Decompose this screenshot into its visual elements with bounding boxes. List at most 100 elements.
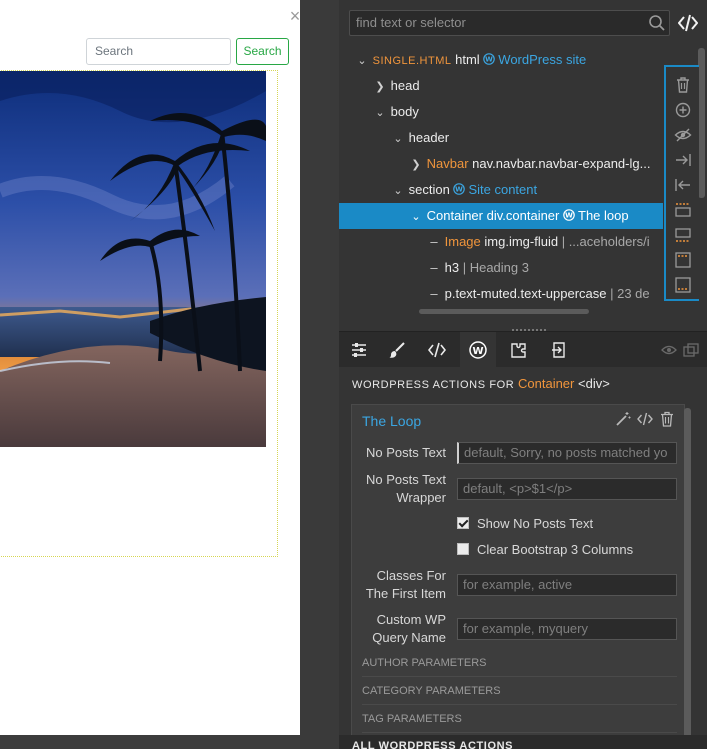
find-selector-input[interactable]: find text or selector bbox=[349, 10, 670, 36]
first-item-classes-input[interactable]: for example, active bbox=[457, 574, 677, 596]
query-name-input[interactable]: for example, myquery bbox=[457, 618, 677, 640]
chevron-right-icon[interactable]: ❯ bbox=[373, 74, 387, 99]
search-icon[interactable] bbox=[648, 14, 666, 32]
row-note: | 23 de bbox=[610, 286, 650, 301]
component-name: Image bbox=[444, 234, 481, 249]
tree-row-section[interactable]: ⌄ section W Site content bbox=[339, 177, 679, 203]
wp-label: WordPress site bbox=[498, 52, 587, 67]
puzzle-icon bbox=[511, 343, 526, 358]
indent-icon[interactable] bbox=[674, 151, 692, 169]
show-no-posts-checkbox[interactable] bbox=[457, 517, 469, 529]
tab-styles[interactable] bbox=[379, 332, 415, 368]
selector: nav.navbar.navbar-expand-lg... bbox=[472, 156, 651, 171]
tree-row-paragraph[interactable]: – p.text-muted.text-uppercase | 23 de bbox=[339, 281, 679, 307]
close-icon[interactable]: × bbox=[287, 7, 300, 25]
code-icon[interactable] bbox=[637, 411, 653, 427]
actions-vertical-scrollbar[interactable] bbox=[684, 408, 691, 748]
file-label: SINGLE.HTML bbox=[372, 55, 452, 67]
section-tag-parameters[interactable]: TAG PARAMETERS bbox=[362, 705, 677, 733]
brush-icon bbox=[389, 342, 405, 358]
wp-label: Site content bbox=[468, 182, 538, 197]
no-posts-wrapper-input[interactable]: default, <p>$1</p> bbox=[457, 478, 677, 500]
wordpress-icon: W bbox=[563, 209, 575, 221]
tag-name: h3 bbox=[444, 260, 460, 275]
component-name: Container bbox=[426, 208, 483, 223]
tree-row-navbar[interactable]: ❯ Navbar nav.navbar.navbar-expand-lg... bbox=[339, 151, 679, 177]
chevron-down-icon[interactable]: ⌄ bbox=[373, 100, 387, 125]
code-view-icon[interactable] bbox=[678, 14, 698, 32]
component-name: Navbar bbox=[426, 156, 469, 171]
insert-after-icon[interactable] bbox=[674, 226, 692, 244]
insert-inside-bottom-icon[interactable] bbox=[674, 276, 692, 294]
trash-icon[interactable] bbox=[659, 411, 675, 427]
chevron-down-icon[interactable]: ⌄ bbox=[409, 204, 423, 229]
section-category-parameters[interactable]: CATEGORY PARAMETERS bbox=[362, 677, 677, 705]
svg-text:W: W bbox=[472, 346, 483, 357]
first-item-classes-label-line2: The First Item bbox=[365, 586, 446, 601]
chevron-down-icon[interactable]: ⌄ bbox=[355, 48, 369, 73]
insert-inside-top-icon[interactable] bbox=[674, 251, 692, 269]
tag-name: head bbox=[390, 78, 420, 93]
tree-row-h3[interactable]: – h3 | Heading 3 bbox=[339, 255, 679, 281]
page-preview: Search Search bbox=[0, 0, 300, 735]
tree-row-head[interactable]: ❯ head bbox=[339, 73, 679, 99]
tree-row-image[interactable]: – Image img.img-fluid | ...aceholders/i bbox=[339, 229, 679, 255]
clear-bs3-checkbox-row[interactable]: Clear Bootstrap 3 Columns bbox=[457, 541, 633, 559]
sliders-icon bbox=[352, 343, 366, 357]
tree-horizontal-scrollbar[interactable] bbox=[419, 309, 589, 314]
heading-element-tag: <div> bbox=[578, 376, 610, 391]
tree-row-root[interactable]: ⌄ SINGLE.HTML html W WordPress site bbox=[339, 47, 679, 73]
chevron-down-icon[interactable]: ⌄ bbox=[391, 126, 405, 151]
wordpress-icon: W bbox=[469, 341, 487, 359]
tab-properties[interactable] bbox=[341, 332, 377, 368]
hero-image[interactable] bbox=[0, 71, 266, 447]
svg-text:W: W bbox=[565, 212, 573, 220]
tree-row-body[interactable]: ⌄ body bbox=[339, 99, 679, 125]
wordpress-icon: W bbox=[453, 183, 466, 195]
outdent-icon[interactable] bbox=[674, 176, 692, 194]
inspector-tabs: W bbox=[339, 331, 707, 368]
tab-wordpress[interactable]: W bbox=[460, 332, 496, 368]
section-author-parameters[interactable]: AUTHOR PARAMETERS bbox=[362, 649, 677, 677]
no-posts-text-input[interactable]: default, Sorry, no posts matched yo bbox=[457, 442, 677, 464]
page-canvas: Search Search × bbox=[0, 0, 300, 749]
tree-row-header[interactable]: ⌄ header bbox=[339, 125, 679, 151]
hide-eye-icon[interactable] bbox=[674, 126, 692, 144]
magic-wand-icon[interactable] bbox=[615, 411, 631, 427]
svg-text:W: W bbox=[456, 186, 464, 194]
chevron-right-icon[interactable]: ❯ bbox=[409, 152, 423, 177]
card-title[interactable]: The Loop bbox=[362, 413, 421, 429]
popout-window-icon[interactable] bbox=[683, 343, 699, 357]
no-posts-text-label: No Posts Text bbox=[366, 445, 446, 460]
trash-icon[interactable] bbox=[674, 76, 692, 94]
beach-sunset-image bbox=[0, 71, 266, 447]
clear-bs3-checkbox[interactable] bbox=[457, 543, 469, 555]
row-note: | Heading 3 bbox=[462, 260, 529, 275]
first-item-classes-label-line1: Classes For bbox=[376, 568, 446, 583]
tag-name: section bbox=[408, 182, 450, 197]
tab-components[interactable] bbox=[501, 332, 537, 368]
tree-row-container-selected[interactable]: ⌄ Container div.container W The loop bbox=[339, 203, 663, 229]
wp-label: The loop bbox=[578, 208, 629, 223]
tab-assets[interactable] bbox=[541, 332, 577, 368]
chevron-down-icon[interactable]: ⌄ bbox=[391, 178, 405, 203]
element-action-toolbar bbox=[664, 65, 699, 301]
visibility-eye-icon[interactable] bbox=[661, 343, 677, 357]
tree-vertical-scrollbar[interactable] bbox=[698, 48, 705, 198]
selector: div.container bbox=[486, 208, 560, 223]
preview-search-input[interactable]: Search bbox=[86, 38, 231, 65]
tag-name: header bbox=[408, 130, 450, 145]
preview-search-button[interactable]: Search bbox=[236, 38, 289, 65]
the-loop-action-card: The Loop No Posts Text default, Sorry, n… bbox=[351, 404, 685, 749]
duplicate-icon[interactable] bbox=[674, 101, 692, 119]
panel-divider[interactable] bbox=[300, 0, 339, 749]
tab-code[interactable] bbox=[419, 332, 455, 368]
show-no-posts-checkbox-row[interactable]: Show No Posts Text bbox=[457, 515, 593, 533]
inspector-panel: find text or selector ⌄ SINGLE.HTML html… bbox=[339, 0, 707, 749]
wordpress-icon: W bbox=[483, 53, 496, 65]
no-posts-wrapper-label-line1: No Posts Text bbox=[366, 472, 446, 487]
insert-before-icon[interactable] bbox=[674, 201, 692, 219]
checkbox-label: Clear Bootstrap 3 Columns bbox=[477, 542, 634, 557]
all-wordpress-actions-heading[interactable]: ALL WORDPRESS ACTIONS bbox=[352, 740, 513, 749]
row-note: | ...aceholders/i bbox=[561, 234, 650, 249]
